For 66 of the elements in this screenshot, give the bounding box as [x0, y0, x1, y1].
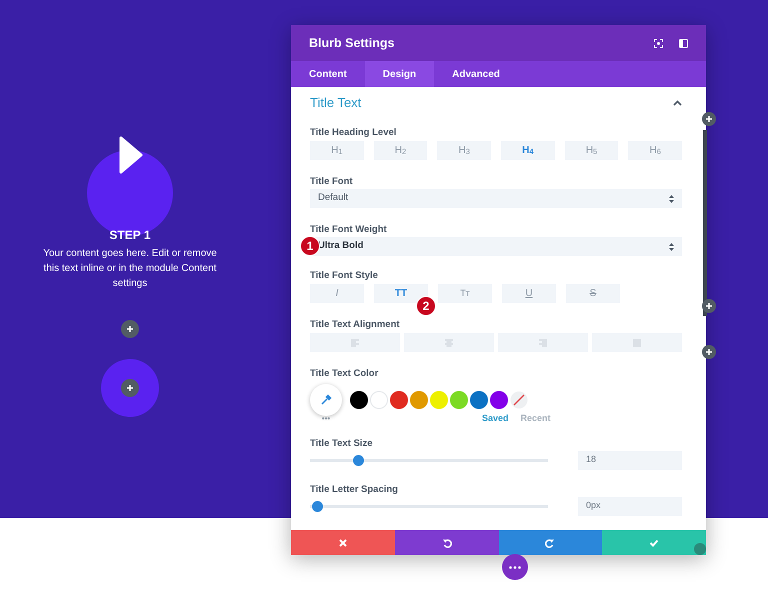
focus-icon[interactable]	[654, 38, 663, 48]
palette-tab[interactable]: Recent	[520, 412, 551, 426]
color-swatch[interactable]	[370, 391, 388, 409]
sidebar-icon[interactable]	[679, 38, 688, 48]
heading-level-option[interactable]: H$_{3}$	[437, 141, 492, 160]
field-label: Title Font	[310, 176, 353, 188]
font-style-option[interactable]: Tт	[438, 284, 492, 303]
settings-tab[interactable]: Advanced	[434, 61, 518, 87]
section-title[interactable]: Title Text	[310, 93, 673, 113]
value-input[interactable]: 0px	[578, 496, 682, 516]
color-swatch[interactable]	[350, 391, 368, 409]
no-color-swatch[interactable]	[510, 391, 528, 409]
select-arrows-icon	[669, 242, 674, 250]
color-swatch[interactable]	[430, 391, 448, 409]
align-left-icon	[351, 338, 359, 346]
annotation-marker: 2	[416, 296, 436, 316]
eyedropper-button[interactable]	[310, 384, 342, 416]
field-label: Title Font Weight	[310, 224, 387, 236]
field-label: Title Letter Spacing	[310, 484, 398, 496]
step-description: Your content goes here. Edit or remove this text inline or in the module Content settings	[42, 247, 218, 291]
slider-thumb[interactable]	[312, 500, 324, 512]
heading-level-option[interactable]: H$_{5}$	[564, 141, 618, 160]
more-options-button[interactable]	[502, 554, 528, 580]
color-swatch[interactable]	[470, 391, 488, 409]
font-select[interactable]: Default	[310, 189, 682, 208]
align-center-icon	[445, 338, 453, 346]
annotation-marker: 1	[300, 236, 320, 256]
eyedropper-icon	[320, 394, 332, 406]
heading-level-option[interactable]: H$_{4}$	[501, 141, 555, 160]
scrollbar-thumb[interactable]	[703, 130, 707, 316]
modal-title: Blurb Settings	[309, 34, 396, 52]
settings-tab[interactable]: Design	[364, 61, 434, 87]
step-title: STEP 1	[109, 227, 151, 244]
color-swatch[interactable]	[410, 391, 428, 409]
select-arrows-icon	[669, 194, 674, 202]
font-style-option[interactable]: TT	[374, 284, 428, 303]
checkmark-icon	[649, 538, 660, 548]
add-module-icon[interactable]	[121, 379, 139, 397]
field-label: Title Text Size	[310, 438, 372, 450]
font-style-option[interactable]: U	[502, 284, 556, 303]
field-label: Title Text Alignment	[310, 319, 400, 331]
play-icon	[119, 136, 143, 174]
color-swatch[interactable]	[490, 391, 508, 409]
ellipsis-icon	[509, 566, 521, 568]
redo-icon	[545, 538, 556, 548]
color-swatch[interactable]	[450, 391, 468, 409]
font-style-option[interactable]: S	[566, 284, 620, 303]
more-options[interactable]: •••	[310, 412, 342, 425]
align-justify-icon	[633, 338, 641, 346]
field-label: Title Heading Level	[310, 127, 396, 139]
heading-level-option[interactable]: H$_{6}$	[628, 141, 682, 160]
slider-thumb[interactable]	[353, 454, 364, 466]
settings-tab[interactable]: Content	[291, 61, 365, 87]
undo-icon	[442, 538, 452, 548]
heading-level-option[interactable]: H$_{2}$	[374, 141, 428, 160]
heading-level-option[interactable]: H$_{1}$	[310, 141, 364, 160]
palette-tab[interactable]: Saved	[482, 412, 509, 426]
field-label: Title Font Style	[310, 270, 378, 282]
collapse-icon[interactable]	[673, 100, 682, 106]
align-right-icon	[539, 338, 547, 346]
font-style-option[interactable]: I	[310, 284, 364, 303]
save-button[interactable]	[602, 530, 706, 555]
close-icon	[338, 538, 348, 548]
value-input[interactable]: 18	[578, 450, 682, 470]
field-label: Title Text Color	[310, 368, 378, 380]
color-swatch[interactable]	[390, 391, 408, 409]
